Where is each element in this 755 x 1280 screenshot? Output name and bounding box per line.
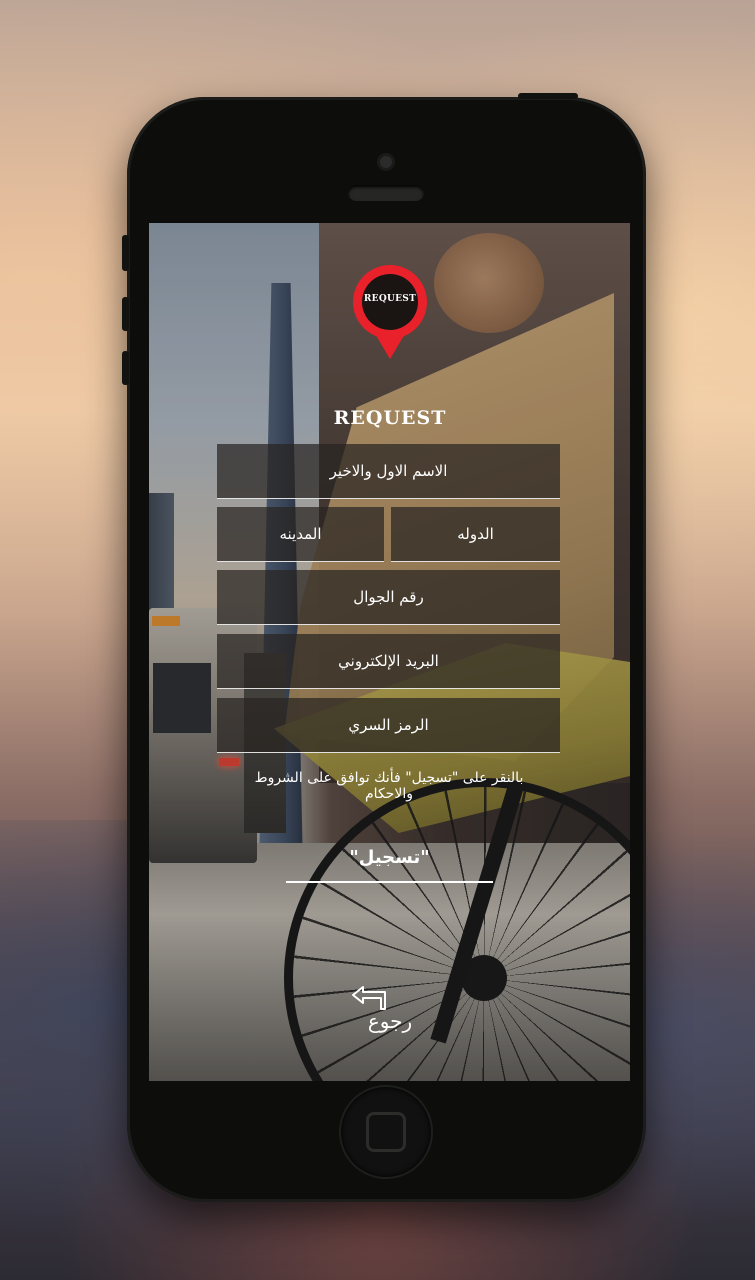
- back-arrow-icon: [352, 986, 386, 1010]
- terms-notice: بالنقر على "تسجيل" فأنك توافق على الشروط…: [254, 770, 524, 802]
- city-field[interactable]: المدينه: [217, 507, 384, 562]
- logo-wordmark: REQUEST: [333, 407, 447, 429]
- home-button-icon: [366, 1112, 406, 1152]
- back-button[interactable]: رجوع: [349, 985, 431, 1045]
- city-placeholder: المدينه: [279, 525, 322, 543]
- mute-switch: [122, 235, 129, 271]
- country-field[interactable]: الدوله: [391, 507, 560, 562]
- phone-placeholder: رقم الجوال: [353, 588, 424, 606]
- app-screen: REQUEST REQUEST الاسم الاول والاخير الدو…: [149, 223, 630, 1081]
- register-button-label: "تسجيل": [349, 846, 430, 868]
- country-placeholder: الدوله: [457, 525, 494, 543]
- full-name-placeholder: الاسم الاول والاخير: [329, 462, 448, 480]
- location-pin-icon: REQUEST: [353, 265, 427, 339]
- home-button[interactable]: [341, 1087, 431, 1177]
- app-logo: REQUEST REQUEST: [329, 265, 451, 433]
- logo-badge-text: REQUEST: [363, 294, 417, 304]
- phone-field[interactable]: رقم الجوال: [217, 570, 560, 625]
- email-field[interactable]: البريد الإلكتروني: [217, 634, 560, 689]
- full-name-field[interactable]: الاسم الاول والاخير: [217, 444, 560, 499]
- volume-down-button: [122, 351, 129, 385]
- front-camera: [380, 156, 392, 168]
- password-field[interactable]: الرمز السري: [217, 698, 560, 753]
- earpiece-speaker: [348, 185, 424, 201]
- power-button: [518, 93, 578, 99]
- back-label: رجوع: [367, 1009, 413, 1033]
- register-button[interactable]: "تسجيل": [286, 833, 493, 883]
- email-placeholder: البريد الإلكتروني: [338, 652, 439, 670]
- password-placeholder: الرمز السري: [348, 716, 429, 734]
- volume-up-button: [122, 297, 129, 331]
- logo-badge: REQUEST: [362, 274, 418, 330]
